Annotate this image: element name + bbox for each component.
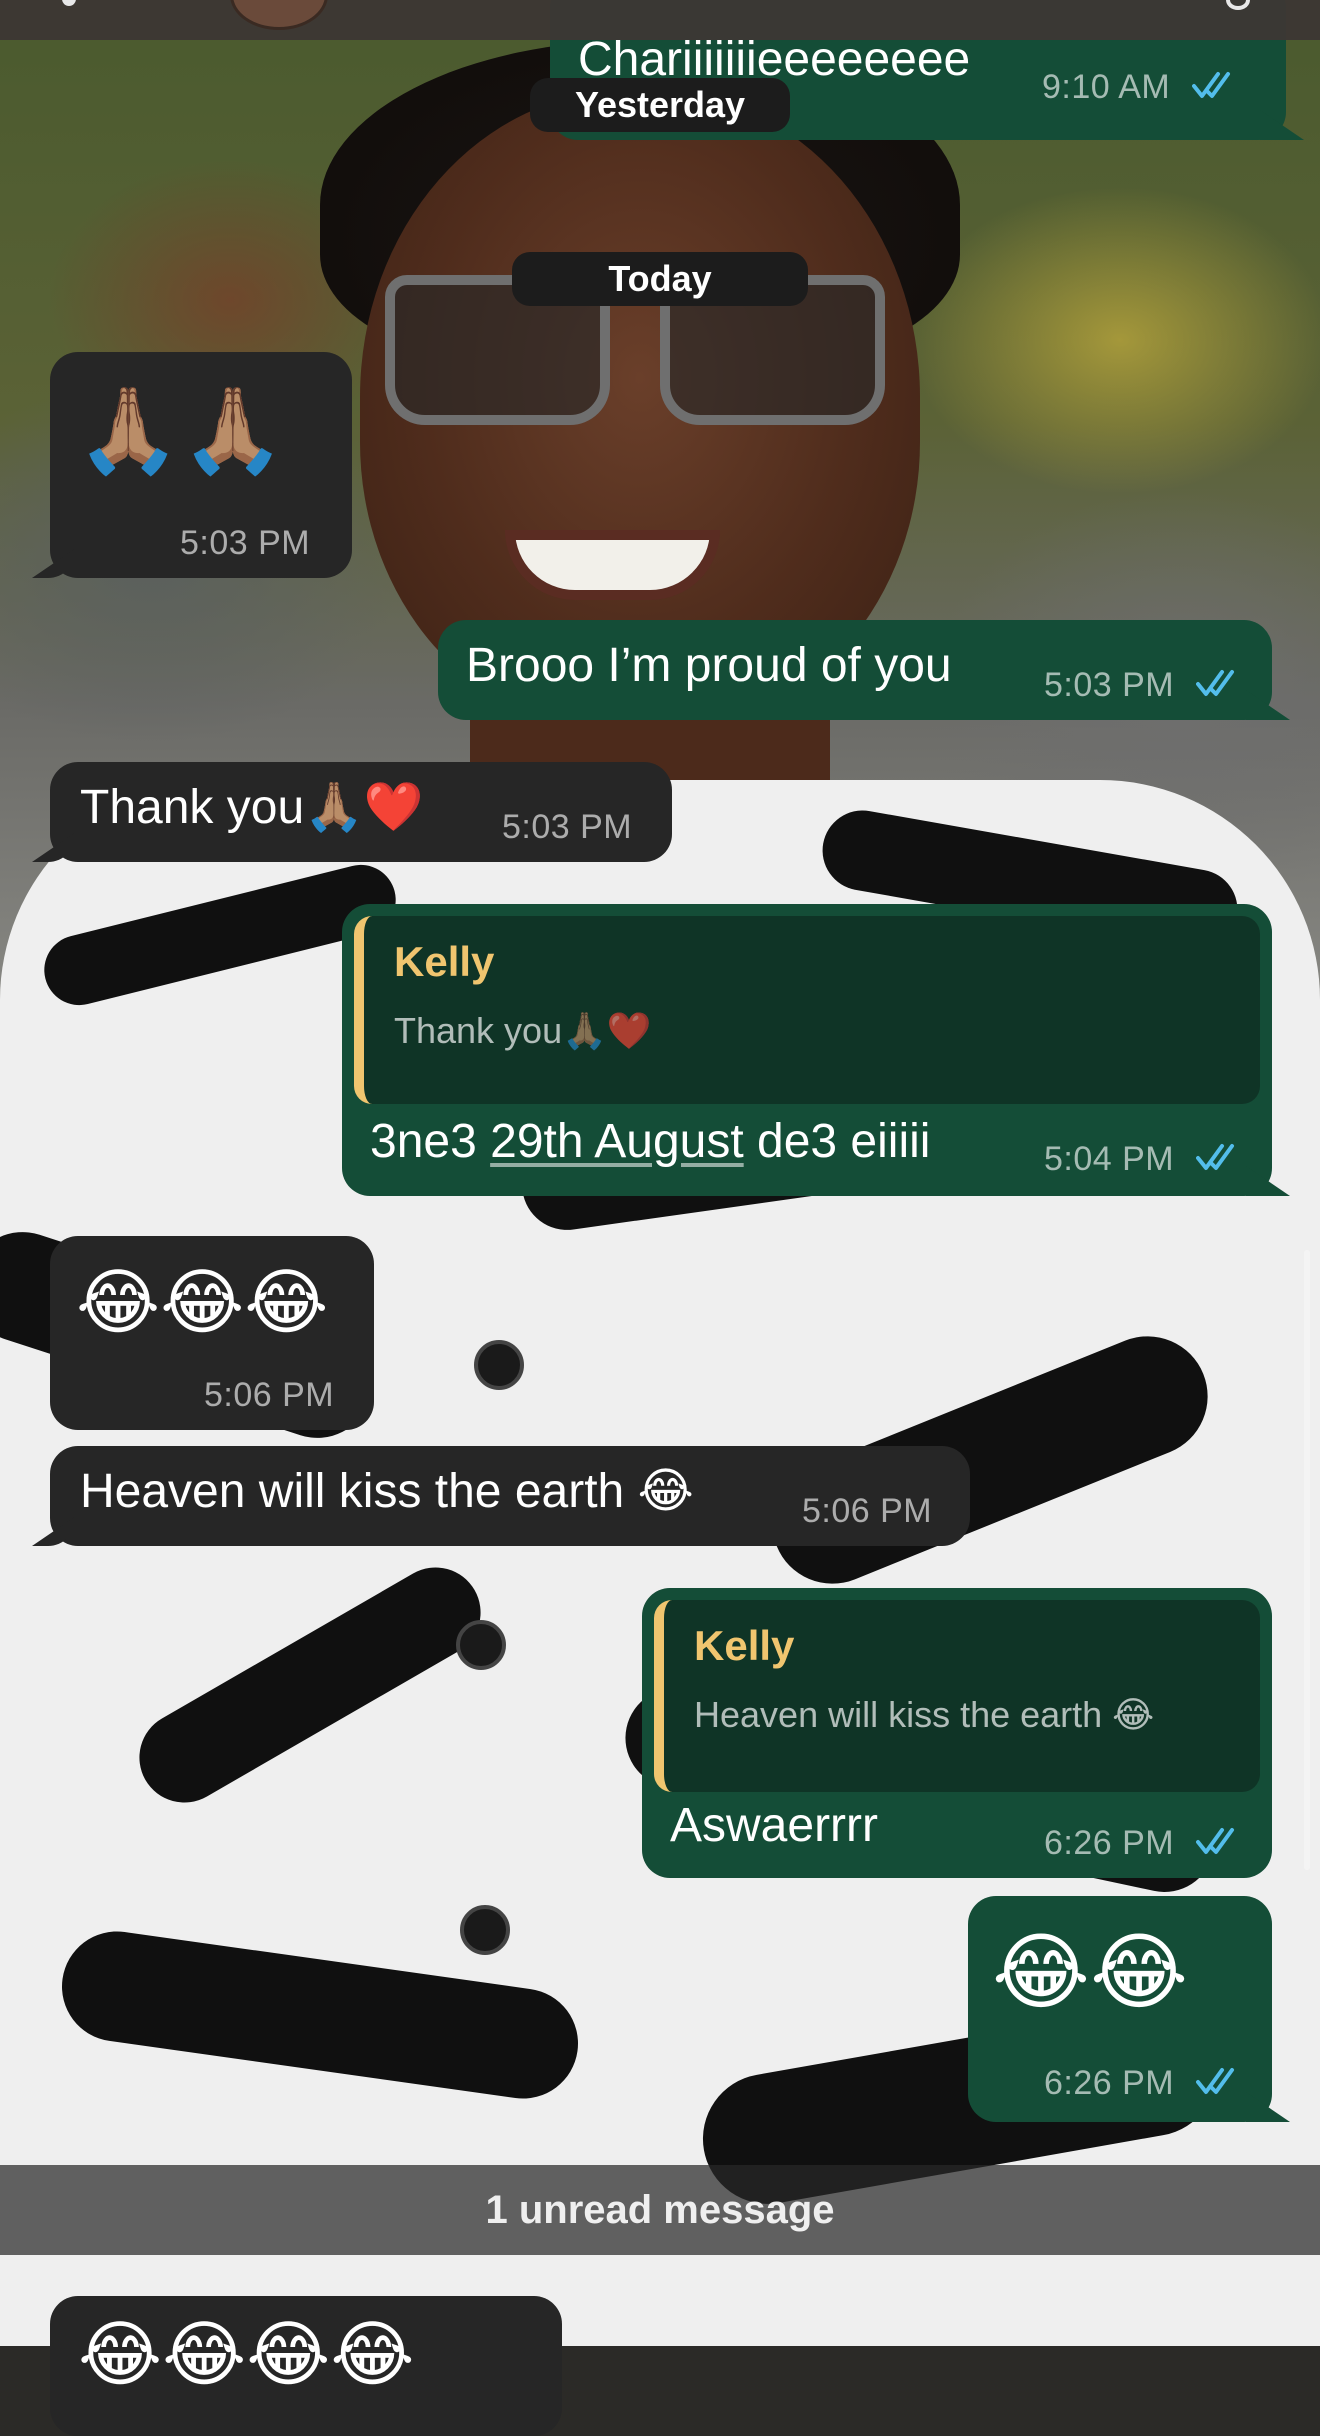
message-time: 5:03 PM bbox=[502, 808, 633, 846]
message-text: Brooo I’m proud of you bbox=[466, 639, 952, 692]
date-link[interactable]: 29th August bbox=[490, 1115, 744, 1168]
double-check-icon bbox=[1196, 1144, 1234, 1170]
date-separator-today: Today bbox=[512, 252, 808, 306]
reply-quote-sender: Kelly bbox=[394, 938, 495, 985]
reply-quote-text: Heaven will kiss the earth 😂 bbox=[694, 1694, 1155, 1735]
double-check-icon bbox=[1196, 2068, 1234, 2094]
message-text: Heaven will kiss the earth 😂 bbox=[80, 1465, 694, 1518]
chat-messages[interactable]: Chariiiiiiieeeeeeee 9:10 AM Yesterday To… bbox=[0, 0, 1320, 2436]
message-time: 5:04 PM bbox=[1044, 1140, 1175, 1178]
message-bubble-outgoing[interactable]: Brooo I’m proud of you 5:03 PM bbox=[438, 620, 1272, 720]
message-bubble-incoming[interactable]: 🙏🏽🙏🏽 5:03 PM bbox=[50, 352, 352, 578]
reply-quote-text: Thank you🙏🏽❤️ bbox=[394, 1010, 652, 1051]
message-text-part: 3ne3 bbox=[370, 1115, 491, 1168]
message-time: 6:26 PM bbox=[1044, 1824, 1175, 1862]
reply-quote-sender: Kelly bbox=[694, 1622, 795, 1669]
message-text: Thank you🙏🏽❤️ bbox=[80, 781, 424, 834]
chat-header bbox=[0, 0, 1320, 40]
message-text: Aswaerrrr bbox=[670, 1799, 879, 1852]
message-emoji: 😂😂😂😂 bbox=[78, 2315, 415, 2395]
message-bubble-outgoing-reply[interactable]: Kelly Thank you🙏🏽❤️ 3ne3 29th August de3… bbox=[342, 904, 1272, 1196]
message-time: 5:03 PM bbox=[180, 524, 311, 562]
message-emoji: 🙏🏽🙏🏽 bbox=[76, 383, 286, 477]
unread-messages-banner: 1 unread message bbox=[0, 2165, 1320, 2255]
reply-quote[interactable]: Kelly Thank you🙏🏽❤️ bbox=[354, 916, 1260, 1104]
message-bubble-incoming[interactable]: 😂😂😂😂 bbox=[50, 2296, 562, 2436]
reply-quote[interactable]: Kelly Heaven will kiss the earth 😂 bbox=[654, 1600, 1260, 1792]
message-text-part: de3 eiiiii bbox=[743, 1115, 931, 1168]
message-bubble-incoming[interactable]: 😂😂😂 5:06 PM bbox=[50, 1236, 374, 1430]
message-bubble-outgoing-reply[interactable]: Kelly Heaven will kiss the earth 😂 Aswae… bbox=[642, 1588, 1272, 1878]
message-time: 5:06 PM bbox=[802, 1492, 933, 1530]
chevron-left-icon[interactable] bbox=[62, 0, 76, 6]
message-time: 5:03 PM bbox=[1044, 666, 1175, 704]
message-bubble-outgoing[interactable]: 😂😂 6:26 PM bbox=[968, 1896, 1272, 2122]
message-emoji: 😂😂 bbox=[992, 1925, 1189, 2019]
double-check-icon bbox=[1196, 1828, 1234, 1854]
message-emoji: 😂😂😂 bbox=[76, 1263, 329, 1343]
message-text: 3ne3 29th August de3 eiiiii bbox=[370, 1114, 930, 1170]
avatar[interactable] bbox=[230, 0, 328, 30]
message-time: 9:10 AM bbox=[1042, 68, 1171, 106]
message-bubble-incoming[interactable]: Heaven will kiss the earth 😂 5:06 PM bbox=[50, 1446, 970, 1546]
scrollbar[interactable] bbox=[1304, 1250, 1310, 1870]
phone-icon[interactable] bbox=[1226, 0, 1250, 10]
message-bubble-incoming[interactable]: Thank you🙏🏽❤️ 5:03 PM bbox=[50, 762, 672, 862]
date-separator-yesterday: Yesterday bbox=[530, 78, 790, 132]
double-check-icon bbox=[1192, 72, 1230, 98]
double-check-icon bbox=[1196, 670, 1234, 696]
message-time: 6:26 PM bbox=[1044, 2064, 1175, 2102]
message-time: 5:06 PM bbox=[204, 1376, 335, 1414]
